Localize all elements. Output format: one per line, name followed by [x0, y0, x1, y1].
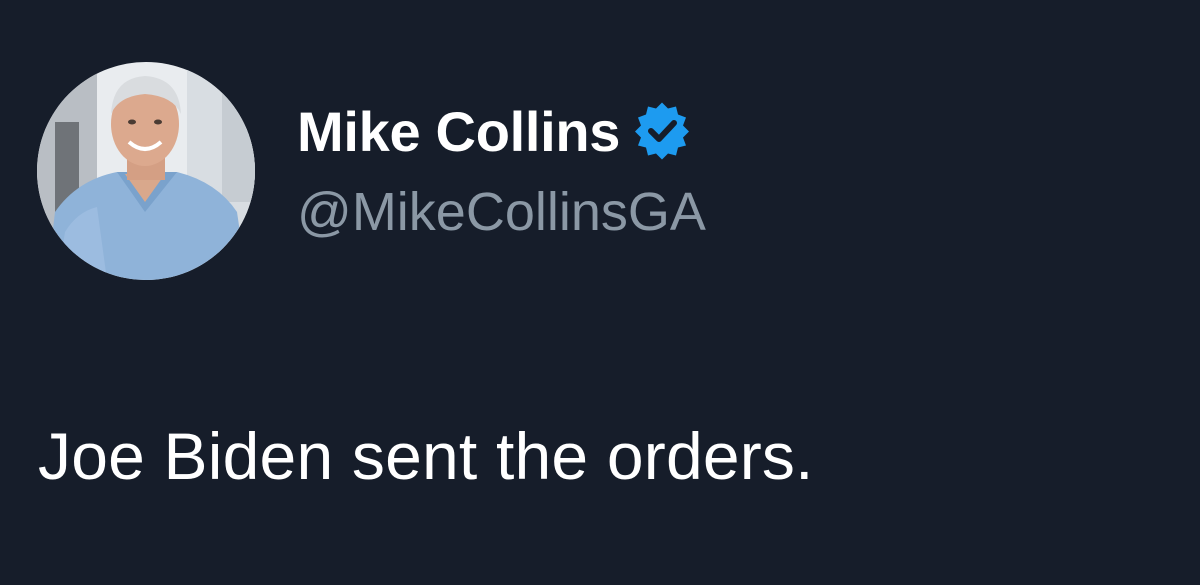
handle[interactable]: @MikeCollinsGA — [297, 181, 706, 243]
tweet-header: Mike Collins @MikeCollinsGA — [37, 61, 706, 281]
author-info: Mike Collins @MikeCollinsGA — [297, 93, 706, 243]
name-row: Mike Collins — [297, 93, 706, 169]
avatar[interactable] — [37, 62, 255, 280]
display-name[interactable]: Mike Collins — [297, 99, 620, 164]
verified-badge-icon — [632, 101, 692, 161]
avatar-image — [37, 62, 255, 280]
tweet-text: Joe Biden sent the orders. — [38, 419, 814, 493]
tweet-card: Mike Collins @MikeCollinsGA Joe Biden se… — [0, 0, 1200, 585]
